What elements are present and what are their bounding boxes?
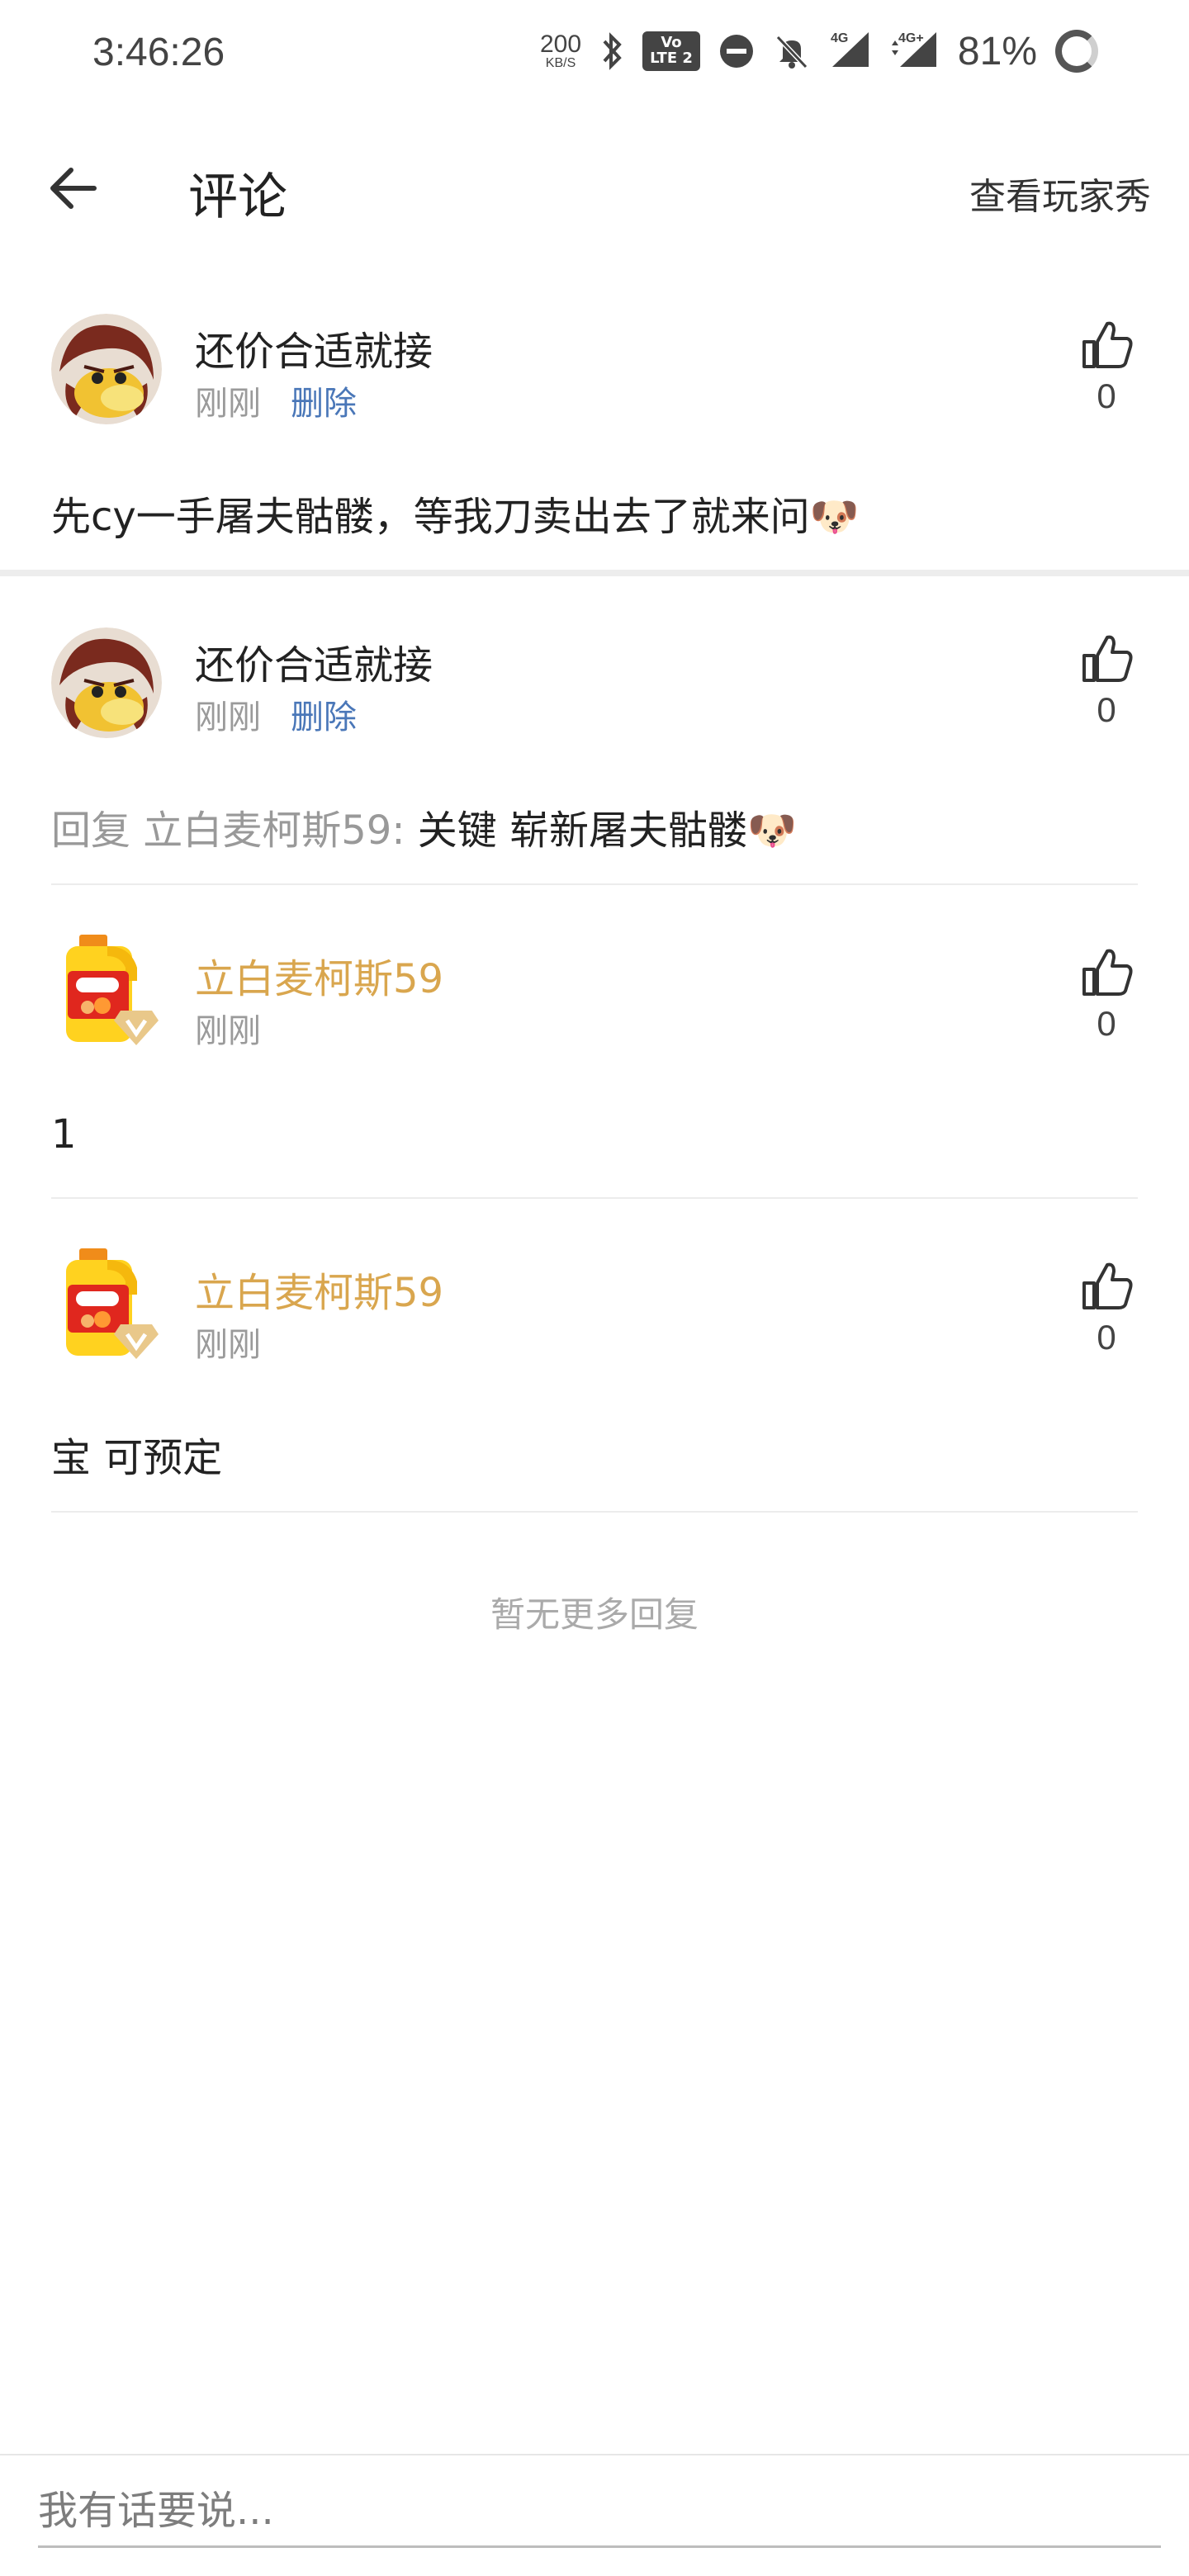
avatar[interactable] bbox=[51, 627, 162, 738]
avatar[interactable] bbox=[54, 1248, 178, 1372]
comment-time: 刚刚 bbox=[195, 698, 261, 736]
comment-text: 先cy一手屠夫骷髅，等我刀卖出去了就来问🐶 bbox=[51, 494, 860, 540]
signal-4g-plus: 4G+ bbox=[890, 29, 940, 74]
arrow-left-icon bbox=[50, 168, 97, 209]
thumbs-up-icon bbox=[1082, 321, 1133, 368]
view-player-show-link[interactable]: 查看玩家秀 bbox=[969, 167, 1151, 220]
like-count: 0 bbox=[1097, 1004, 1116, 1043]
mute-bell-icon bbox=[775, 35, 808, 69]
comment-divider bbox=[51, 1511, 1138, 1513]
status-icons: 200 KB/S Vo LTE 2 4G 4G+ 81% bbox=[540, 25, 1098, 78]
no-more-replies: 暂无更多回复 bbox=[490, 1594, 699, 1635]
like-button[interactable]: 0 bbox=[1075, 317, 1138, 416]
avatar[interactable] bbox=[51, 314, 162, 424]
page-title: 评论 bbox=[188, 168, 287, 226]
thumbs-up-icon bbox=[1082, 1262, 1133, 1309]
signal-icon: 4G+ bbox=[891, 31, 936, 67]
comment-meta: 刚刚 删除 bbox=[195, 376, 357, 424]
status-bar: 3:46:26 200 KB/S Vo LTE 2 4G 4G+ 81% bbox=[0, 0, 1189, 116]
signal-4g: 4G bbox=[829, 29, 872, 74]
like-button[interactable]: 0 bbox=[1075, 1258, 1138, 1357]
comment-time: 刚刚 bbox=[195, 385, 261, 423]
comment-username[interactable]: 还价合适就接 bbox=[195, 632, 433, 690]
avatar-image bbox=[51, 314, 162, 424]
comment-username[interactable]: 立白麦柯斯59 bbox=[195, 946, 443, 1004]
network-speed: 200 KB/S bbox=[540, 31, 582, 70]
comment-divider bbox=[51, 1197, 1138, 1199]
comment-time: 刚刚 bbox=[195, 1326, 261, 1364]
app-bar: 评论 查看玩家秀 bbox=[0, 132, 1189, 239]
signal-icon: 4G bbox=[831, 31, 869, 67]
avatar-image bbox=[66, 935, 159, 1045]
do-not-disturb-icon bbox=[719, 35, 753, 68]
comment-divider bbox=[51, 883, 1138, 885]
comment-meta: 刚刚 bbox=[195, 1318, 261, 1366]
comment-username[interactable]: 还价合适就接 bbox=[195, 319, 433, 376]
delete-button[interactable]: 删除 bbox=[291, 385, 357, 423]
like-count: 0 bbox=[1097, 376, 1116, 415]
comment-text: 1 bbox=[51, 1111, 77, 1158]
avatar[interactable] bbox=[54, 935, 178, 1058]
comment-meta: 刚刚 删除 bbox=[195, 690, 357, 738]
section-divider bbox=[0, 570, 1189, 576]
reply-bar bbox=[0, 2454, 1189, 2576]
comment-meta: 刚刚 bbox=[195, 1004, 261, 1052]
volte-icon: Vo LTE 2 bbox=[642, 31, 700, 71]
back-button[interactable] bbox=[40, 155, 106, 221]
delete-button[interactable]: 删除 bbox=[291, 698, 357, 736]
like-count: 0 bbox=[1097, 1318, 1116, 1357]
battery-percent: 81% bbox=[957, 29, 1037, 73]
reply-input[interactable] bbox=[38, 2475, 1161, 2548]
reply-content: 关键 崭新屠夫骷髅🐶 bbox=[405, 807, 797, 854]
avatar-image bbox=[66, 1248, 159, 1359]
like-button[interactable]: 0 bbox=[1075, 945, 1138, 1044]
reply-prefix[interactable]: 回复 立白麦柯斯59: bbox=[51, 807, 405, 854]
bluetooth-icon bbox=[603, 32, 622, 70]
battery-ring-icon bbox=[1055, 30, 1098, 73]
like-count: 0 bbox=[1097, 690, 1116, 729]
status-time: 3:46:26 bbox=[92, 31, 225, 74]
thumbs-up-icon bbox=[1082, 949, 1133, 996]
avatar-image bbox=[51, 627, 162, 738]
comment-username[interactable]: 立白麦柯斯59 bbox=[195, 1260, 443, 1318]
thumbs-up-icon bbox=[1082, 635, 1133, 682]
comment-text: 回复 立白麦柯斯59: 关键 崭新屠夫骷髅🐶 bbox=[51, 798, 797, 855]
comment-time: 刚刚 bbox=[195, 1012, 261, 1050]
svg-text:4G+: 4G+ bbox=[898, 31, 924, 45]
svg-text:4G: 4G bbox=[831, 31, 848, 45]
comment-text: 宝 可预定 bbox=[51, 1435, 223, 1481]
like-button[interactable]: 0 bbox=[1075, 631, 1138, 730]
